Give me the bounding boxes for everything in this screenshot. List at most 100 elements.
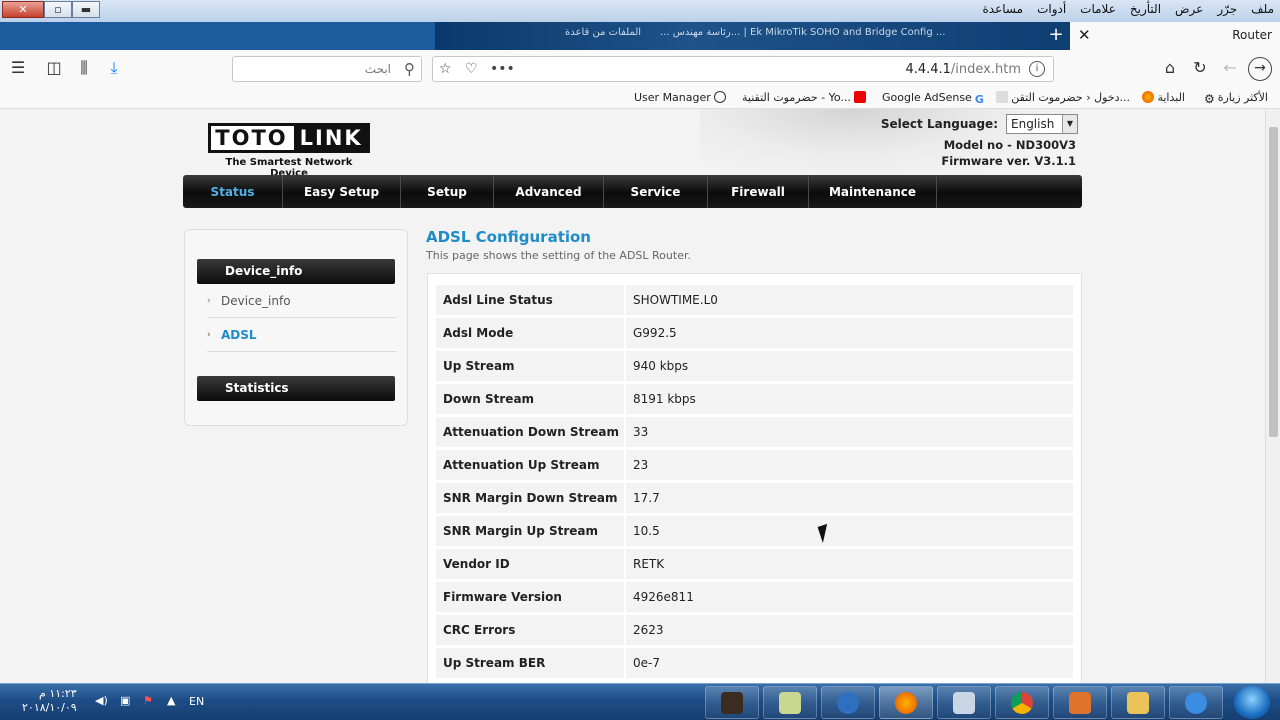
- nav-status[interactable]: Status: [183, 175, 283, 208]
- language-dropdown[interactable]: English ▼: [1006, 114, 1078, 134]
- bookmark-login[interactable]: دخول ‹ حضرموت التقن...: [993, 91, 1130, 104]
- active-tab[interactable]: ✕ Router: [1070, 22, 1280, 50]
- model-number: Model no - ND300V3: [943, 138, 1076, 152]
- search-field[interactable]: ابحث ⚲: [232, 56, 422, 82]
- row-value: 10.5: [626, 516, 1073, 546]
- url-path: /index.htm: [950, 62, 1021, 77]
- nav-firewall[interactable]: Firewall: [708, 175, 809, 208]
- url-text: 4.4.4.1/index.htm: [905, 62, 1021, 77]
- taskbar-app-player[interactable]: [1053, 686, 1107, 719]
- bookmark-star-icon[interactable]: ☆: [439, 61, 452, 77]
- table-row: Down Stream 8191 kbps: [436, 384, 1073, 414]
- row-value: G992.5: [626, 318, 1073, 348]
- volume-icon[interactable]: ◀): [95, 694, 108, 707]
- sidebar: Device_info › Device_info › ADSL Statist…: [184, 229, 408, 426]
- table-row: Attenuation Up Stream 23: [436, 450, 1073, 480]
- nav-maintenance[interactable]: Maintenance: [809, 175, 937, 208]
- sidebar-item-label: ADSL: [221, 328, 257, 342]
- row-label: Attenuation Up Stream: [436, 450, 626, 480]
- background-tabs: ... رئاسة مهندس... | Ek MikroTik SOHO an…: [435, 22, 1070, 50]
- nav-easy-setup[interactable]: Easy Setup: [283, 175, 401, 208]
- taskbar-app-firefox[interactable]: [879, 686, 933, 719]
- sidebar-icon[interactable]: ◫: [42, 58, 66, 77]
- bookmark-label: User Manager: [634, 91, 711, 104]
- scrollbar-thumb[interactable]: [1269, 127, 1278, 437]
- table-row: Vendor ID RETK: [436, 549, 1073, 579]
- close-window-button[interactable]: ✕: [2, 1, 44, 18]
- vertical-scrollbar[interactable]: [1265, 109, 1280, 683]
- new-tab-button[interactable]: +: [1045, 25, 1067, 45]
- row-value: 33: [626, 417, 1073, 447]
- calculator-icon: [953, 691, 975, 714]
- show-hidden-icons[interactable]: ▲: [167, 694, 175, 707]
- table-row: SNR Margin Down Stream 17.7: [436, 483, 1073, 513]
- bookmark-youtube[interactable]: حضرموت التقنية - Yo...: [742, 91, 869, 104]
- address-bar[interactable]: ☆ ♡ ••• 4.4.4.1/index.htm i: [432, 56, 1054, 82]
- bookmark-user-manager[interactable]: User Manager: [634, 91, 729, 104]
- menu-item[interactable]: أدوات: [1035, 2, 1068, 16]
- taskbar-app-chrome[interactable]: [995, 686, 1049, 719]
- taskbar-app-phone[interactable]: [821, 686, 875, 719]
- row-label: CRC Errors: [436, 615, 626, 645]
- firmware-version: Firmware ver. V3.1.1: [941, 154, 1076, 168]
- background-tab[interactable]: الملفات من قاعدة: [565, 27, 645, 38]
- minimize-window-button[interactable]: ▬: [72, 1, 100, 18]
- menu-icon[interactable]: ☰: [6, 58, 30, 77]
- navigation-toolbar: ☰ ◫ ⫼ ⤓ ابحث ⚲ ☆ ♡ ••• 4.4.4.1/index.htm…: [0, 50, 1280, 88]
- bookmark-adsense[interactable]: Google AdSense G: [882, 91, 987, 106]
- page-icon: [996, 91, 1009, 103]
- menu-item[interactable]: التأريخ: [1128, 2, 1163, 16]
- clock-date: ٢٠١٨/١٠/٠٩: [22, 701, 77, 714]
- page-actions-icon[interactable]: •••: [490, 61, 515, 77]
- forward-icon[interactable]: →: [1248, 57, 1272, 81]
- reload-icon[interactable]: ↻: [1188, 58, 1212, 77]
- row-label: Adsl Mode: [436, 318, 626, 348]
- taskbar-app-notes[interactable]: [763, 686, 817, 719]
- search-icon: ⚲: [404, 60, 415, 78]
- action-center-icon[interactable]: ⚑: [143, 694, 153, 707]
- bookmark-label: Google AdSense: [882, 91, 972, 104]
- back-icon[interactable]: ←: [1218, 58, 1242, 77]
- library-icon[interactable]: ⫼: [72, 58, 96, 78]
- sidebar-group-statistics[interactable]: Statistics: [197, 376, 395, 401]
- input-language[interactable]: EN: [189, 695, 204, 708]
- bookmark-most-visited[interactable]: ⚙ الأكثر زيارة: [1201, 91, 1268, 106]
- taskbar-app-ie[interactable]: [1169, 686, 1223, 719]
- windows-taskbar: ١١:٢٣ م ٢٠١٨/١٠/٠٩ ◀) ▣ ⚑ ▲ EN: [0, 683, 1280, 720]
- sidebar-item-device-info[interactable]: › Device_info: [207, 285, 397, 318]
- home-icon[interactable]: ⌂: [1158, 58, 1182, 77]
- system-clock[interactable]: ١١:٢٣ م ٢٠١٨/١٠/٠٩: [22, 687, 77, 715]
- maximize-window-button[interactable]: ▫: [44, 1, 72, 18]
- language-label: Select Language:: [880, 117, 998, 131]
- bookmark-start[interactable]: البداية: [1139, 91, 1185, 104]
- taskbar-app-media[interactable]: [705, 686, 759, 719]
- nav-advanced[interactable]: Advanced: [494, 175, 604, 208]
- row-value: 940 kbps: [626, 351, 1073, 381]
- network-icon[interactable]: ▣: [120, 694, 130, 707]
- sidebar-group-device-info[interactable]: Device_info: [197, 259, 395, 284]
- menu-item[interactable]: جرّر: [1215, 2, 1239, 16]
- menu-item[interactable]: ملف: [1249, 2, 1276, 16]
- chrome-icon: [1011, 691, 1033, 714]
- background-tab[interactable]: ... رئاسة مهندس... | Ek MikroTik SOHO an…: [660, 27, 1040, 38]
- nav-service[interactable]: Service: [604, 175, 708, 208]
- table-row: Adsl Line Status SHOWTIME.L0: [436, 285, 1073, 315]
- close-tab-icon[interactable]: ✕: [1078, 26, 1091, 44]
- table-row: Attenuation Down Stream 33: [436, 417, 1073, 447]
- menu-item[interactable]: مساعدة: [981, 2, 1026, 16]
- table-row: Firmware Version 4926e811: [436, 582, 1073, 612]
- download-icon[interactable]: ⤓: [102, 58, 126, 78]
- start-button[interactable]: [1234, 686, 1270, 719]
- taskbar-app-calculator[interactable]: [937, 686, 991, 719]
- adsl-config-table: Adsl Line Status SHOWTIME.L0 Adsl Mode G992…: [436, 282, 1073, 681]
- bookmark-label: دخول ‹ حضرموت التقن...: [1011, 91, 1130, 104]
- taskbar-app-explorer[interactable]: [1111, 686, 1165, 719]
- firefox-icon: [1142, 91, 1155, 103]
- sidebar-item-adsl[interactable]: › ADSL: [207, 319, 397, 352]
- internet-explorer-icon: [1185, 691, 1207, 714]
- nav-setup[interactable]: Setup: [401, 175, 494, 208]
- site-info-icon[interactable]: i: [1029, 61, 1045, 77]
- pocket-icon[interactable]: ♡: [465, 61, 478, 77]
- menu-item[interactable]: علامات: [1078, 2, 1118, 16]
- menu-item[interactable]: عرض: [1173, 2, 1205, 16]
